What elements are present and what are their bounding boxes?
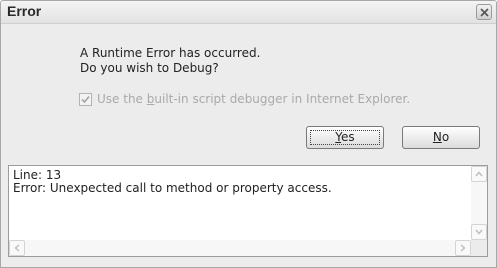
scroll-up-button[interactable] [471, 166, 487, 182]
scrollbar-corner [471, 240, 487, 256]
vertical-scrollbar[interactable] [471, 166, 487, 240]
title-bar[interactable]: Error [1, 1, 496, 24]
message-line-1: A Runtime Error has occurred. [80, 46, 261, 60]
focus-rect [310, 130, 380, 145]
close-icon [479, 7, 489, 17]
error-description: Error: Unexpected call to method or prop… [13, 181, 332, 195]
use-debugger-checkbox[interactable] [79, 92, 92, 106]
error-details-box[interactable]: Line: 13 Error: Unexpected call to metho… [8, 165, 488, 257]
close-button[interactable] [476, 4, 492, 20]
yes-button[interactable]: Yes [306, 126, 384, 149]
use-debugger-label: Use the built-in script debugger in Inte… [97, 92, 411, 106]
scroll-right-button[interactable] [455, 240, 471, 256]
scroll-up-icon [475, 171, 483, 177]
scroll-right-icon [460, 244, 466, 252]
scroll-left-button[interactable] [9, 240, 25, 256]
scroll-left-icon [14, 244, 20, 252]
message-line-2: Do you wish to Debug? [80, 61, 219, 75]
scroll-down-icon [475, 229, 483, 235]
no-button[interactable]: No [402, 126, 480, 149]
check-icon [81, 95, 90, 103]
error-dialog: Error A Runtime Error has occurred. Do y… [0, 0, 497, 268]
error-details-text: Line: 13 Error: Unexpected call to metho… [13, 169, 332, 195]
error-message: A Runtime Error has occurred. Do you wis… [80, 46, 260, 76]
horizontal-scrollbar[interactable] [9, 240, 471, 256]
scroll-down-button[interactable] [471, 224, 487, 240]
dialog-title: Error [7, 3, 42, 19]
use-debugger-option[interactable]: Use the built-in script debugger in Inte… [79, 92, 410, 106]
